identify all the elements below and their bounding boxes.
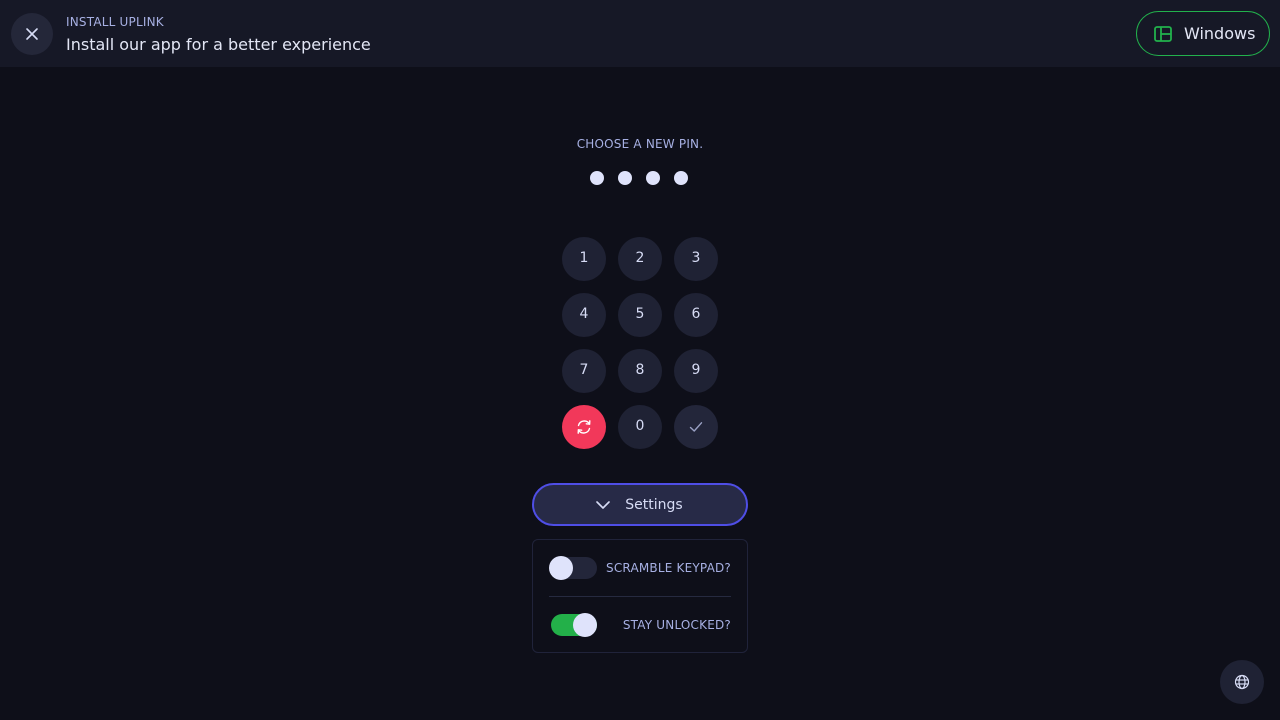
setting-scramble-keypad: SCRAMBLE KEYPAD? [549,540,731,596]
settings-toggle-button[interactable]: Settings [532,483,748,526]
key-9[interactable]: 9 [674,349,718,393]
toggle-knob [549,556,573,580]
language-button[interactable] [1220,660,1264,704]
key-1[interactable]: 1 [562,237,606,281]
close-icon [26,28,38,40]
chevron-down-icon [596,500,611,509]
globe-icon [1234,674,1250,690]
pin-dot [646,171,660,185]
key-5[interactable]: 5 [618,293,662,337]
banner-title: Install our app for a better experience [66,35,371,54]
banner-text: INSTALL UPLINK Install our app for a bet… [66,14,371,56]
key-3[interactable]: 3 [674,237,718,281]
key-7[interactable]: 7 [562,349,606,393]
toggle-knob [573,612,597,637]
stay-unlocked-toggle[interactable] [549,612,597,637]
settings-panel: SCRAMBLE KEYPAD? STAY UNLOCKED? [532,539,748,653]
setting-stay-unlocked: STAY UNLOCKED? [549,596,731,652]
key-8[interactable]: 8 [618,349,662,393]
pin-indicator [590,171,688,185]
windows-button-label: Windows [1184,24,1256,43]
close-banner-button[interactable] [11,13,53,55]
windows-icon [1154,25,1172,42]
install-banner: INSTALL UPLINK Install our app for a bet… [0,0,1280,67]
refresh-icon [577,420,591,434]
stay-unlocked-label: STAY UNLOCKED? [622,617,731,632]
pin-dot [618,171,632,185]
key-0[interactable]: 0 [618,405,662,449]
banner-eyebrow: INSTALL UPLINK [66,15,164,29]
pin-dot [590,171,604,185]
key-4[interactable]: 4 [562,293,606,337]
key-2[interactable]: 2 [618,237,662,281]
install-windows-button[interactable]: Windows [1136,11,1270,56]
pin-keypad: 1 2 3 4 5 6 7 8 9 0 [562,237,718,449]
scramble-keypad-toggle[interactable] [549,556,597,580]
check-icon [689,422,703,432]
confirm-pin-button[interactable] [674,405,718,449]
scramble-keypad-label: SCRAMBLE KEYPAD? [606,561,731,575]
reset-pin-button[interactable] [562,405,606,449]
pin-prompt: CHOOSE A NEW PIN. [576,137,704,151]
pin-dot [674,171,688,185]
settings-label: Settings [625,496,683,513]
key-6[interactable]: 6 [674,293,718,337]
